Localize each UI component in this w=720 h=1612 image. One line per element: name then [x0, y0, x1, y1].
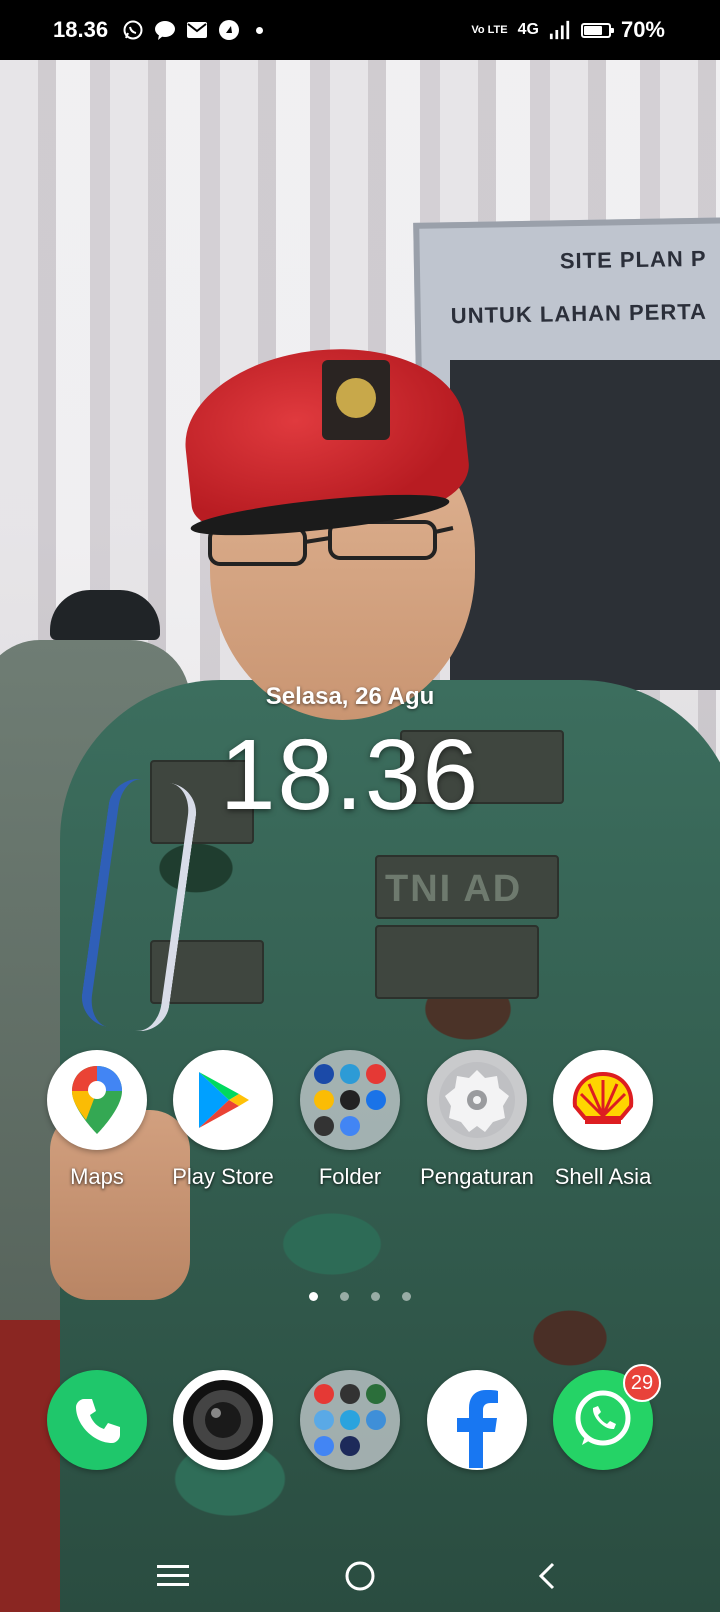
app-label: Shell Asia: [554, 1164, 652, 1189]
back-icon[interactable]: [517, 1546, 577, 1606]
bca-mini-icon: [314, 1064, 334, 1084]
vivaldi-mini-icon: [314, 1384, 334, 1404]
dock-camera[interactable]: [163, 1370, 283, 1470]
page-dot-4[interactable]: [402, 1292, 411, 1301]
app-mini-icon: [340, 1064, 360, 1084]
network-type: 4G: [517, 21, 539, 38]
app-mini-icon: [314, 1116, 334, 1136]
chrome-mini-icon: [340, 1116, 360, 1136]
dock-folder[interactable]: [290, 1370, 410, 1470]
shell-icon[interactable]: [553, 1050, 653, 1150]
message-notification-icon: [154, 19, 176, 41]
widget-clock[interactable]: 18.36: [0, 718, 700, 833]
sign-line-1: SITE PLAN P: [559, 245, 707, 274]
gmail-notification-icon: [186, 19, 208, 41]
wallpaper-screen: [450, 360, 720, 690]
app-label: Maps: [70, 1164, 124, 1189]
folder-icon[interactable]: [300, 1050, 400, 1150]
folder-preview: [314, 1064, 386, 1136]
page-dot-1[interactable]: [309, 1292, 318, 1301]
compass-notification-icon: [218, 19, 240, 41]
wallpaper-background-cap: [50, 590, 160, 640]
app-shell-asia[interactable]: Shell Asia: [543, 1050, 663, 1190]
phone-icon[interactable]: [47, 1370, 147, 1470]
app-label: Pengaturan: [420, 1164, 534, 1189]
dock-facebook[interactable]: [417, 1370, 537, 1470]
widget-date[interactable]: Selasa, 26 Agu: [0, 683, 700, 711]
uniform-patch: [375, 925, 539, 999]
app-mini-icon: [340, 1090, 360, 1110]
navigation-bar: [0, 1540, 720, 1612]
app-label: Play Store: [172, 1164, 274, 1189]
play-store-icon[interactable]: [173, 1050, 273, 1150]
app-label: Folder: [318, 1164, 382, 1189]
app-mini-icon: [340, 1436, 360, 1456]
dock-phone[interactable]: [37, 1370, 157, 1470]
folder-icon[interactable]: [300, 1370, 400, 1470]
page-dot-3[interactable]: [371, 1292, 380, 1301]
whatsapp-icon[interactable]: 29: [553, 1364, 661, 1470]
status-bar-right: Vo LTE 4G 70%: [471, 17, 665, 43]
app-mini-icon: [366, 1384, 386, 1404]
page-indicator[interactable]: [0, 1292, 720, 1301]
app-folder[interactable]: Folder: [290, 1050, 410, 1190]
dock-whatsapp[interactable]: 29: [543, 1364, 663, 1470]
battery-icon: [580, 22, 614, 38]
app-maps[interactable]: Maps: [37, 1050, 157, 1190]
status-bar-left: 18.36: [53, 17, 264, 43]
more-notifications-dot: [256, 26, 264, 34]
app-mini-icon: [366, 1090, 386, 1110]
whatsapp-notification-icon: [122, 19, 144, 41]
notification-badge: 29: [623, 1364, 661, 1402]
app-mini-icon: [314, 1410, 334, 1430]
page-dot-2[interactable]: [340, 1292, 349, 1301]
signal-icon: [549, 19, 571, 41]
app-mini-icon: [366, 1064, 386, 1084]
uniform-name-tape: TNI AD: [385, 868, 523, 910]
camera-icon[interactable]: [173, 1370, 273, 1470]
volte-icon: Vo LTE: [471, 24, 508, 36]
folder-preview: [314, 1384, 386, 1456]
app-mini-icon: [366, 1410, 386, 1430]
photos-mini-icon: [314, 1090, 334, 1110]
sign-line-2: UNTUK LAHAN PERTA: [450, 298, 708, 329]
menu-icon[interactable]: [143, 1546, 203, 1606]
chrome-mini-icon: [314, 1436, 334, 1456]
settings-icon[interactable]: [427, 1050, 527, 1150]
wallpaper-beret-badge: [322, 360, 390, 440]
app-settings[interactable]: Pengaturan: [417, 1050, 537, 1190]
battery-percent: 70%: [620, 17, 665, 42]
google-maps-icon[interactable]: [47, 1050, 147, 1150]
app-mini-icon: [340, 1384, 360, 1404]
telegram-mini-icon: [340, 1410, 360, 1430]
status-time: 18.36: [53, 17, 109, 42]
facebook-icon[interactable]: [427, 1370, 527, 1470]
home-icon[interactable]: [330, 1546, 390, 1606]
app-play-store[interactable]: Play Store: [163, 1050, 283, 1190]
status-bar: 18.36 Vo LTE 4G 70%: [0, 0, 720, 60]
